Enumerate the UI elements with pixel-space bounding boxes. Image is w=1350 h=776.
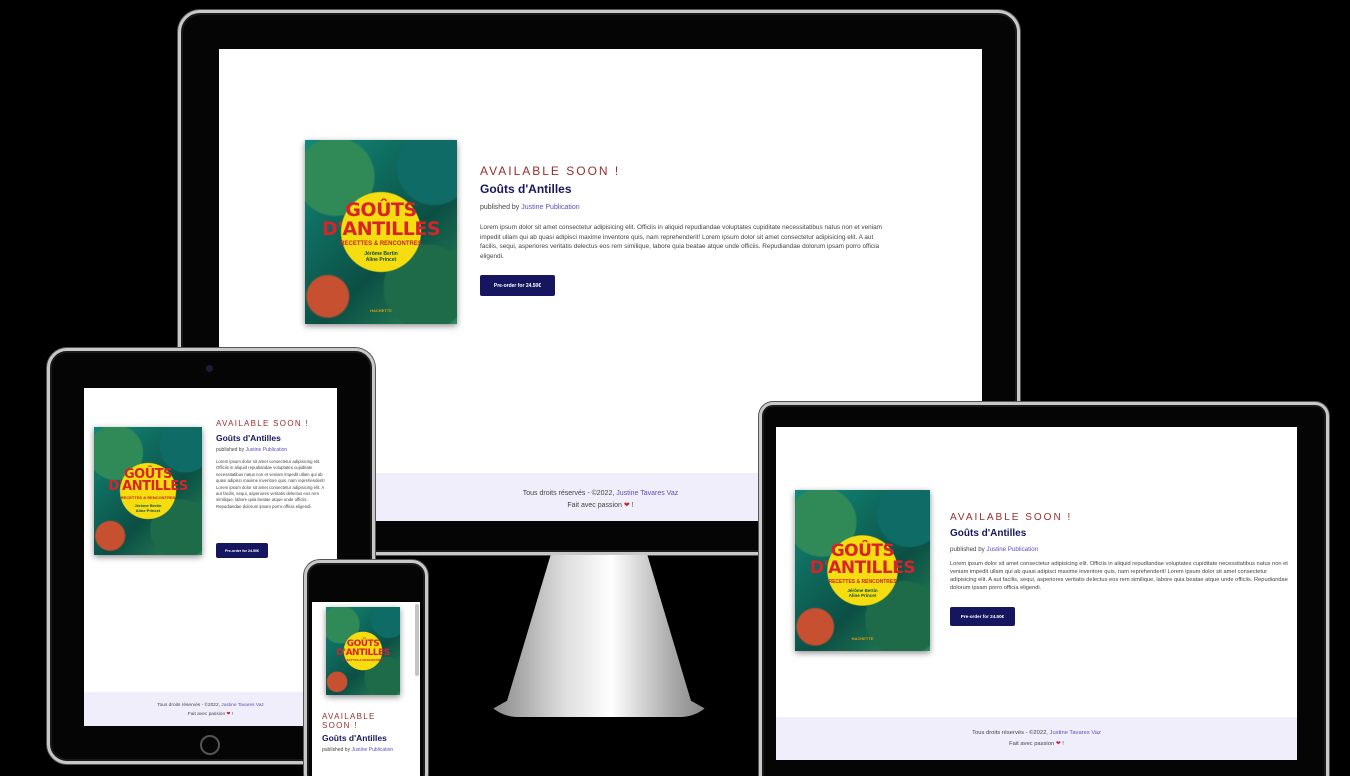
book-description: Lorem ipsum dolor sit amet consectetur a… xyxy=(480,224,883,260)
tablet-camera-icon xyxy=(206,365,213,372)
book-title: Goûts d'Antilles xyxy=(950,528,1027,539)
monitor-stand xyxy=(478,555,720,717)
published-by: published by Justine Publication xyxy=(950,546,1039,553)
preorder-button[interactable]: Pre-order for 24.50€ xyxy=(216,543,268,558)
tablet-screen: GOÛTS D'ANTILLES RECETTES & RENCONTRES J… xyxy=(84,388,337,726)
availability-label: AVAILABLE SOON ! xyxy=(480,164,621,178)
book-cover-tablet: GOÛTS D'ANTILLES RECETTES & RENCONTRES J… xyxy=(94,427,202,555)
footer-author-link[interactable]: Justine Tavares Vaz xyxy=(616,490,678,497)
book-description: Lorem ipsum dolor sit amet consectetur a… xyxy=(950,561,1288,592)
heart-icon: ❤ xyxy=(623,502,630,509)
book-title: Goûts d'Antilles xyxy=(480,182,572,196)
book-title: Goûts d'Antilles xyxy=(216,433,281,443)
availability-label: AVAILABLE SOON ! xyxy=(322,712,376,730)
laptop-screen: GOÛTS D'ANTILLES RECETTES & RENCONTRES J… xyxy=(776,427,1297,760)
footer-author-link[interactable]: Justine Tavares Vaz xyxy=(1050,730,1101,736)
phone-screen: GOÛTS D'ANTILLES RECETTES & RENCONTRES A… xyxy=(312,602,420,776)
preorder-button[interactable]: Pre-order for 24.50€ xyxy=(480,275,555,296)
footer-author-link[interactable]: Justine Tavares Vaz xyxy=(221,703,263,708)
publisher-link[interactable]: Justine Publication xyxy=(351,747,393,753)
heart-icon: ❤ xyxy=(1055,741,1061,747)
laptop-device: GOÛTS D'ANTILLES RECETTES & RENCONTRES J… xyxy=(759,402,1329,776)
tablet-home-button xyxy=(200,735,220,755)
published-by: published by Justine Publication xyxy=(216,447,288,453)
footer: Tous droits réservés - ©2022, Justine Ta… xyxy=(776,717,1297,760)
phone-scrollbar[interactable] xyxy=(415,604,419,676)
book-description: Lorem ipsum dolor sit amet consectetur a… xyxy=(216,459,325,509)
preorder-button[interactable]: Pre-order for 24.50€ xyxy=(950,607,1015,626)
publisher-link[interactable]: Justine Publication xyxy=(986,546,1038,553)
phone-device: GOÛTS D'ANTILLES RECETTES & RENCONTRES A… xyxy=(304,560,428,776)
book-cover-phone: GOÛTS D'ANTILLES RECETTES & RENCONTRES xyxy=(326,607,400,695)
heart-icon: ❤ xyxy=(226,712,231,717)
publisher-link[interactable]: Justine Publication xyxy=(521,204,579,211)
book-cover-desktop: GOÛTS D'ANTILLES RECETTES & RENCONTRES J… xyxy=(305,140,457,324)
availability-label: AVAILABLE SOON ! xyxy=(950,512,1073,523)
availability-label: AVAILABLE SOON ! xyxy=(216,419,309,428)
published-by: published by Justine Publication xyxy=(322,747,394,753)
book-cover-laptop: GOÛTS D'ANTILLES RECETTES & RENCONTRES J… xyxy=(795,490,930,651)
book-title: Goûts d'Antilles xyxy=(322,733,387,743)
footer: Tous droits réservés - ©2022, Justine Ta… xyxy=(84,692,337,726)
published-by: published by Justine Publication xyxy=(480,204,580,211)
publisher-link[interactable]: Justine Publication xyxy=(245,447,287,453)
